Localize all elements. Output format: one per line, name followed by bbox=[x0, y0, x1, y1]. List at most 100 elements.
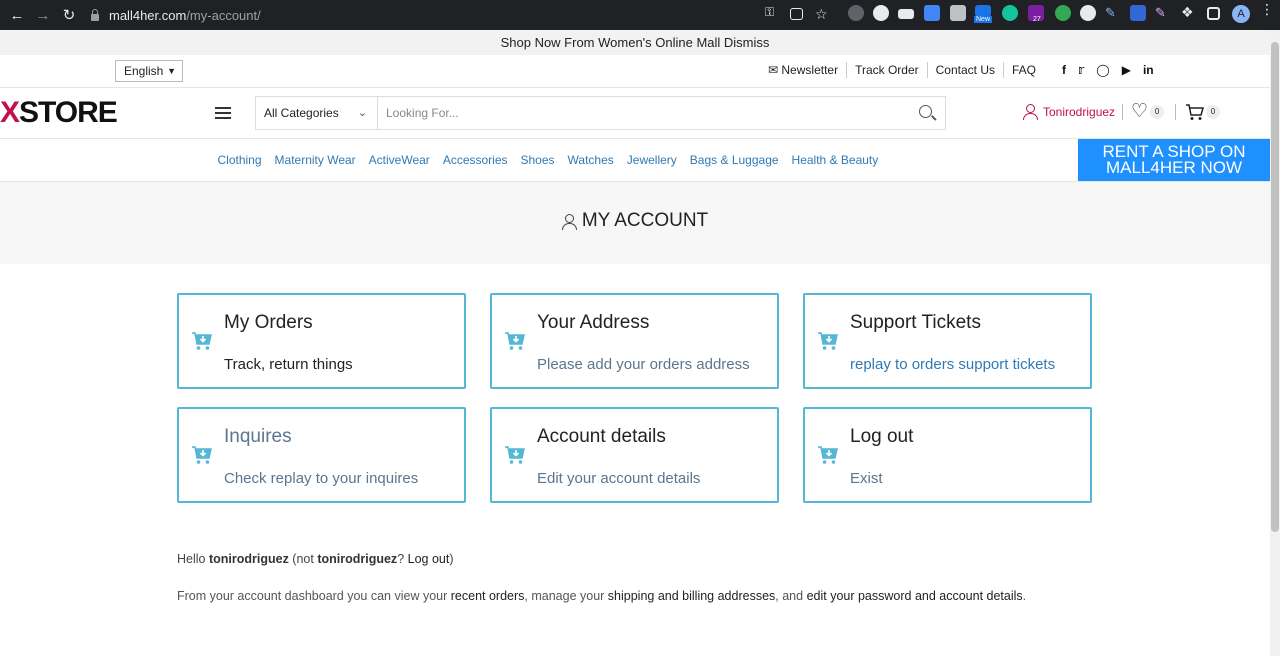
back-icon[interactable]: ← bbox=[4, 2, 30, 28]
card-my-orders[interactable]: My Orders Track, return things bbox=[177, 293, 466, 389]
category-bags-luggage[interactable]: Bags & Luggage bbox=[683, 153, 785, 167]
newsletter-link[interactable]: ✉ Newsletter bbox=[760, 62, 848, 78]
scrollbar-thumb[interactable] bbox=[1271, 42, 1279, 532]
language-value: English bbox=[124, 64, 164, 78]
browser-menu-icon[interactable]: ⋮ bbox=[1260, 2, 1274, 16]
dashboard-description: From your account dashboard you can view… bbox=[177, 589, 1026, 603]
faq-link[interactable]: FAQ bbox=[1004, 62, 1044, 78]
category-activewear[interactable]: ActiveWear bbox=[362, 153, 436, 167]
url-path: /my-account/ bbox=[186, 7, 261, 23]
addresses-link[interactable]: shipping and billing addresses bbox=[608, 589, 775, 603]
extension-globe-icon[interactable] bbox=[873, 5, 889, 21]
category-health-beauty[interactable]: Health & Beauty bbox=[785, 153, 885, 167]
address-bar[interactable]: mall4her.com/my-account/ bbox=[90, 3, 880, 27]
hello-username-2: tonirodriguez bbox=[317, 552, 398, 566]
category-nav: Clothing Maternity Wear ActiveWear Acces… bbox=[211, 153, 885, 167]
user-icon bbox=[561, 213, 577, 230]
menu-hamburger-icon[interactable] bbox=[215, 107, 231, 119]
extension-circle-icon[interactable] bbox=[1080, 5, 1096, 21]
cart-icon bbox=[1186, 104, 1204, 120]
card-subtitle: Please add your orders address bbox=[537, 356, 750, 373]
card-title: Support Tickets bbox=[850, 312, 981, 333]
cart-download-icon bbox=[192, 446, 212, 464]
hello-prefix: Hello bbox=[177, 552, 209, 566]
sidepanel-icon[interactable] bbox=[1207, 7, 1220, 20]
search-bar: All Categories ⌄ bbox=[255, 96, 946, 130]
extension-green-icon[interactable] bbox=[1055, 5, 1071, 21]
search-icon[interactable] bbox=[911, 97, 945, 129]
dash-text-4: . bbox=[1022, 589, 1027, 603]
category-watches[interactable]: Watches bbox=[561, 153, 620, 167]
extension-translate-icon[interactable] bbox=[924, 5, 940, 21]
category-shoes[interactable]: Shoes bbox=[514, 153, 561, 167]
reload-icon[interactable]: ↻ bbox=[56, 2, 82, 28]
extension-pen-icon[interactable]: ✎ bbox=[1105, 5, 1121, 21]
instagram-icon[interactable]: ◯ bbox=[1096, 63, 1109, 77]
profile-avatar[interactable]: A bbox=[1232, 5, 1250, 23]
social-links: f 𝕣 ◯ ▶ in bbox=[1062, 63, 1154, 77]
username-label: Tonirodriguez bbox=[1043, 105, 1116, 119]
category-maternity-wear[interactable]: Maternity Wear bbox=[268, 153, 362, 167]
cart-download-icon bbox=[192, 332, 212, 350]
extension-camera-icon[interactable] bbox=[950, 5, 966, 21]
card-title: Inquires bbox=[224, 426, 292, 447]
card-log-out[interactable]: Log out Exist bbox=[803, 407, 1092, 503]
bookmark-star-icon[interactable]: ☆ bbox=[815, 6, 831, 22]
card-subtitle: Edit your account details bbox=[537, 470, 701, 487]
track-order-link[interactable]: Track Order bbox=[847, 62, 928, 78]
category-accessories[interactable]: Accessories bbox=[436, 153, 514, 167]
extension-card-icon[interactable] bbox=[898, 9, 914, 19]
language-select[interactable]: English ▼ bbox=[115, 60, 183, 82]
card-title: Account details bbox=[537, 426, 666, 447]
url-host: mall4her.com bbox=[109, 7, 187, 23]
page-title-text: MY ACCOUNT bbox=[581, 210, 709, 231]
hello-question: ? bbox=[397, 552, 408, 566]
grammarly-icon[interactable] bbox=[1002, 5, 1018, 21]
forward-icon[interactable]: → bbox=[30, 2, 56, 28]
extensions-puzzle-icon[interactable]: ❖ bbox=[1181, 4, 1197, 20]
site-logo[interactable]: XSTORE bbox=[0, 96, 118, 130]
extension-recycle-icon[interactable] bbox=[848, 5, 864, 21]
extension-screen-icon[interactable] bbox=[1130, 5, 1146, 21]
card-title: Log out bbox=[850, 426, 914, 447]
dash-text-1: From your account dashboard you can view… bbox=[177, 589, 451, 603]
card-subtitle: Exist bbox=[850, 470, 883, 487]
wishlist-button[interactable]: ♡ 0 bbox=[1131, 102, 1165, 121]
dash-text-3: , and bbox=[775, 589, 807, 603]
card-your-address[interactable]: Your Address Please add your orders addr… bbox=[490, 293, 779, 389]
search-input[interactable] bbox=[378, 97, 911, 129]
cart-download-icon bbox=[505, 446, 525, 464]
youtube-icon[interactable]: ▶ bbox=[1122, 63, 1131, 77]
category-clothing[interactable]: Clothing bbox=[211, 153, 268, 167]
contact-us-link[interactable]: Contact Us bbox=[928, 62, 1004, 78]
page-scrollbar[interactable] bbox=[1270, 30, 1280, 656]
share-icon[interactable] bbox=[790, 8, 803, 20]
search-category-select[interactable]: All Categories ⌄ bbox=[256, 97, 378, 129]
hello-message: Hello tonirodriguez (not tonirodriguez? … bbox=[177, 552, 454, 566]
user-icon bbox=[1022, 104, 1038, 120]
top-links: ✉ Newsletter Track Order Contact Us FAQ bbox=[760, 62, 1044, 78]
logout-link[interactable]: Log out bbox=[408, 552, 450, 566]
category-jewellery[interactable]: Jewellery bbox=[620, 153, 683, 167]
card-inquires[interactable]: Inquires Check replay to your inquires bbox=[177, 407, 466, 503]
card-support-tickets[interactable]: Support Tickets replay to orders support… bbox=[803, 293, 1092, 389]
cart-button[interactable]: 0 bbox=[1185, 103, 1220, 121]
header-separator bbox=[1175, 104, 1176, 120]
recent-orders-link[interactable]: recent orders bbox=[451, 589, 525, 603]
linkedin-icon[interactable]: in bbox=[1143, 63, 1154, 77]
twitter-icon[interactable]: 𝕣 bbox=[1078, 63, 1084, 77]
key-icon[interactable]: ⚿ bbox=[765, 5, 781, 21]
extension-feather-icon[interactable]: ✎ bbox=[1155, 5, 1171, 21]
hello-not: (not bbox=[288, 552, 318, 566]
card-account-details[interactable]: Account details Edit your account detail… bbox=[490, 407, 779, 503]
cart-count: 0 bbox=[1206, 105, 1220, 119]
search-category-value: All Categories bbox=[264, 106, 339, 120]
rent-shop-banner[interactable]: RENT A SHOP ON MALL4HER NOW bbox=[1078, 139, 1270, 181]
account-link[interactable]: Tonirodriguez bbox=[1022, 104, 1115, 120]
edit-account-link[interactable]: edit your password and account details bbox=[807, 589, 1023, 603]
extension-count-badge: 27 bbox=[1033, 16, 1041, 23]
rent-banner-line2: MALL4HER NOW bbox=[1105, 158, 1243, 177]
facebook-icon[interactable]: f bbox=[1062, 63, 1066, 77]
browser-toolbar: ← → ↻ mall4her.com/my-account/ ⚿ ☆ New 2… bbox=[0, 0, 1280, 30]
lock-icon bbox=[90, 9, 100, 21]
